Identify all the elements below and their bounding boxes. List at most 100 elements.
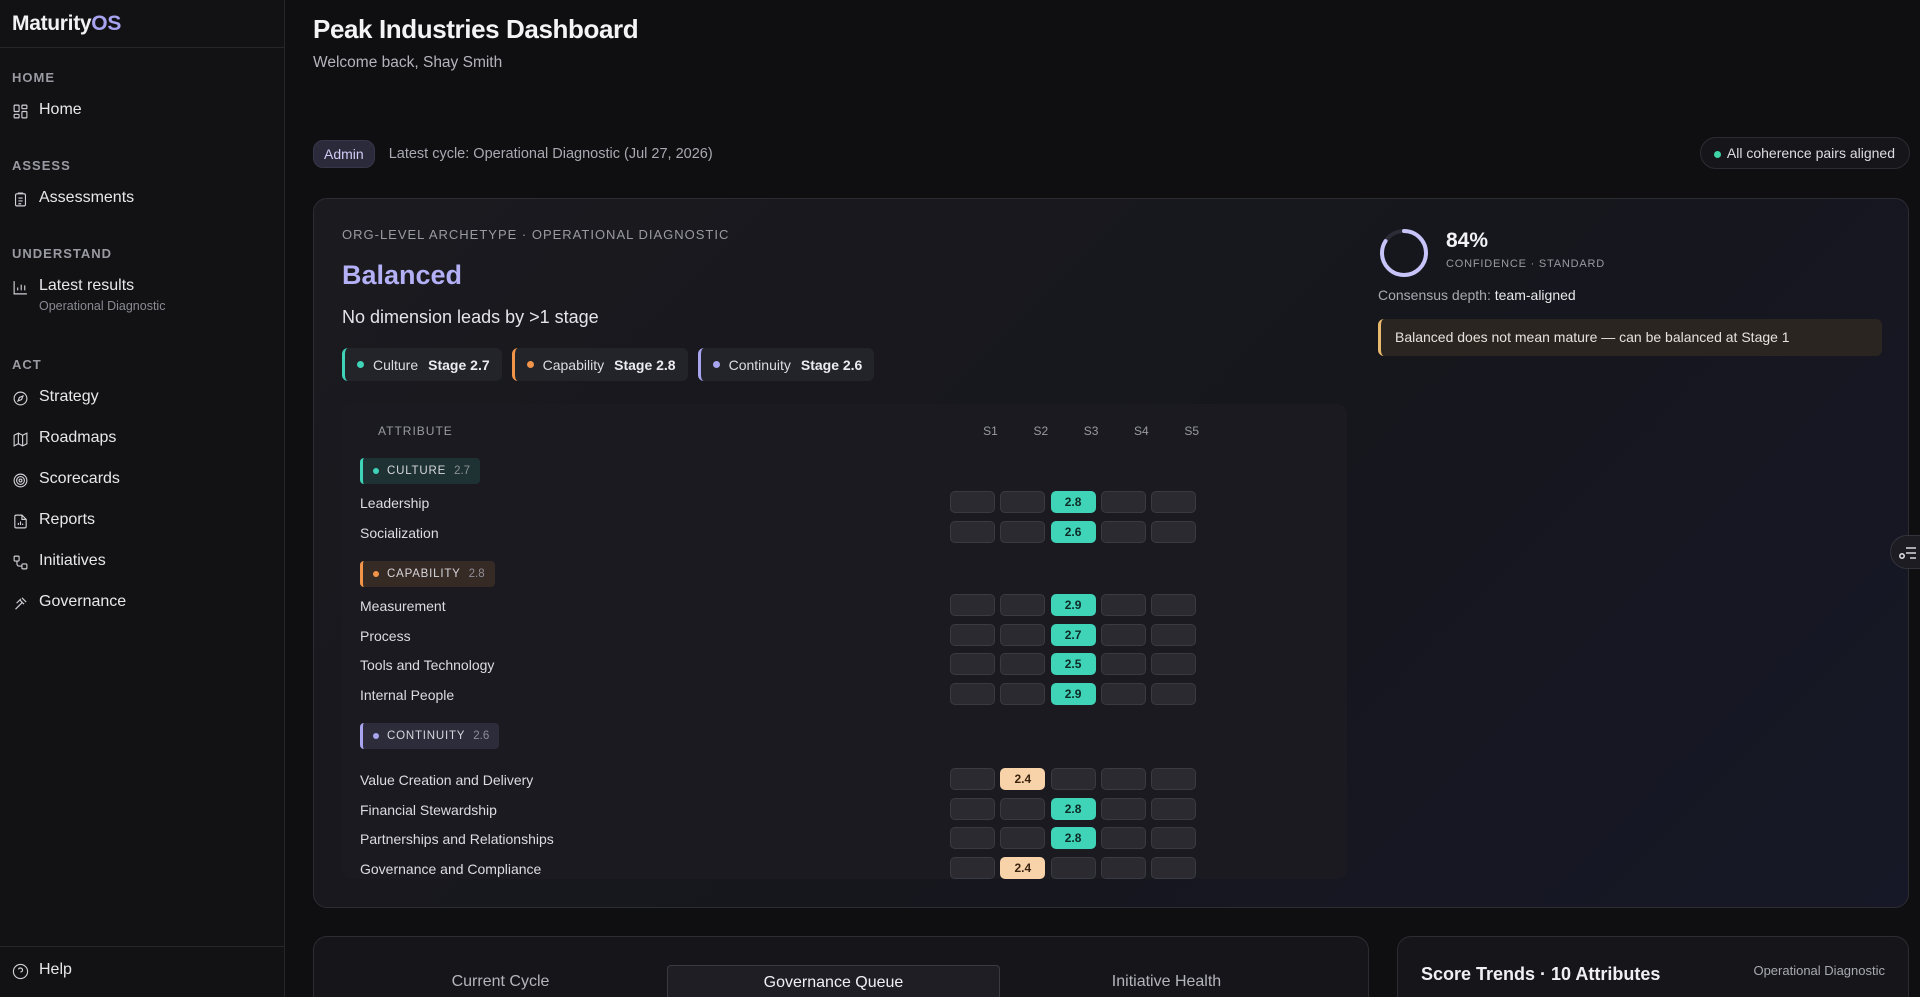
attribute-name: Process xyxy=(360,627,411,644)
stage-cell-s3[interactable] xyxy=(1050,768,1096,790)
stage-cell-s1[interactable] xyxy=(950,797,995,820)
stage-cell-s1[interactable] xyxy=(950,768,995,790)
consensus-depth: Consensus depth: team-aligned xyxy=(1378,287,1882,303)
archetype-description: No dimension leads by >1 stage xyxy=(342,307,599,327)
stage-cell-s3[interactable]: 2.6 xyxy=(1050,520,1096,543)
grid-icon xyxy=(12,103,29,120)
stage-cell-s1[interactable] xyxy=(950,491,995,513)
attribute-name: Governance and Compliance xyxy=(360,860,542,877)
sidebar-item-scorecards[interactable]: Scorecards xyxy=(12,464,272,505)
archetype-eyebrow: ORG-LEVEL ARCHETYPE · OPERATIONAL DIAGNO… xyxy=(342,227,730,242)
stage-cell-s3[interactable]: 2.8 xyxy=(1050,797,1096,820)
stage-cell-s1[interactable] xyxy=(950,594,995,616)
stage-cell-s3[interactable]: 2.9 xyxy=(1050,594,1096,616)
tab-current-cycle[interactable]: Current Cycle xyxy=(334,965,667,997)
sidebar-item-home[interactable]: Home xyxy=(12,95,272,136)
stage-cell-s4[interactable] xyxy=(1100,623,1146,646)
stage-cell-s2[interactable] xyxy=(1000,653,1046,675)
sidebar-item-text: Latest results Operational Diagnostic xyxy=(39,277,165,313)
stage-cell-s5[interactable] xyxy=(1151,797,1197,820)
stage-cell-s4[interactable] xyxy=(1100,856,1146,879)
stage-cell-s4[interactable] xyxy=(1100,594,1146,616)
stage-cell-s5[interactable] xyxy=(1151,491,1197,513)
sidebar-item-latest-results[interactable]: Latest results Operational Diagnostic xyxy=(12,271,272,335)
attribute-row: Socialization 2.6 xyxy=(360,519,1329,549)
stage-cell-s3[interactable]: 2.9 xyxy=(1050,682,1096,705)
dimension-dot xyxy=(712,361,720,368)
dimension-stage: Stage 2.7 xyxy=(428,356,490,373)
nav-heading-understand: UNDERSTAND xyxy=(12,246,113,261)
stage-cell-s2[interactable]: 2.4 xyxy=(1000,856,1046,879)
activity-panel: Current Cycle Governance Queue Initiative … xyxy=(313,936,1369,997)
help-link[interactable]: Help xyxy=(12,961,272,980)
target-icon xyxy=(12,472,29,489)
stage-cell-s5[interactable] xyxy=(1151,827,1197,849)
stage-cell-s4[interactable] xyxy=(1100,682,1146,705)
brand-logo[interactable]: MaturityOS xyxy=(0,0,284,48)
stage-cell-s2[interactable] xyxy=(1000,797,1046,820)
stage-cell-s4[interactable] xyxy=(1100,768,1146,790)
stage-cell-s5[interactable] xyxy=(1151,856,1197,879)
group-name: CONTINUITY xyxy=(387,730,466,742)
welcome-text: Welcome back, Shay Smith xyxy=(313,54,503,71)
consensus-value: team-aligned xyxy=(1494,287,1576,303)
sidebar-item-initiatives[interactable]: Initiatives xyxy=(12,546,272,587)
coherence-status-pill: All coherence pairs aligned xyxy=(1699,137,1910,169)
sidebar-item-assessments[interactable]: Assessments xyxy=(12,183,272,224)
bar-chart-icon xyxy=(12,279,29,296)
stage-cell-s1[interactable] xyxy=(950,520,995,543)
stage-cell-s5[interactable] xyxy=(1151,520,1197,543)
stage-cell-s3[interactable]: 2.7 xyxy=(1050,623,1096,646)
sidebar-item-strategy[interactable]: Strategy xyxy=(12,382,272,423)
sidebar-item-roadmaps[interactable]: Roadmaps xyxy=(12,423,272,464)
sidebar-item-label: Reports xyxy=(39,511,96,528)
sidebar-item-label: Scorecards xyxy=(39,470,120,487)
filter-drawer-toggle[interactable] xyxy=(1890,535,1920,569)
stage-cell-s1[interactable] xyxy=(950,682,995,705)
stage-cell-s2[interactable] xyxy=(1000,594,1046,616)
sidebar-item-label: Strategy xyxy=(39,388,99,405)
stage-cell-s5[interactable] xyxy=(1151,682,1197,705)
confidence-label: CONFIDENCE · STANDARD xyxy=(1446,258,1605,270)
dimension-name: Capability xyxy=(542,356,605,373)
stage-cell-s1[interactable] xyxy=(950,653,995,675)
score-trends-subtitle: Operational Diagnostic xyxy=(1753,963,1885,978)
stage-cell-s2[interactable]: 2.4 xyxy=(1000,768,1046,790)
stage-cell-s2[interactable] xyxy=(1000,682,1046,705)
stage-cell-s5[interactable] xyxy=(1151,768,1197,790)
nav-heading-act: ACT xyxy=(12,357,42,372)
stage-cell-s5[interactable] xyxy=(1151,653,1197,675)
stage-cell-s2[interactable] xyxy=(1000,491,1046,513)
sidebar-item-reports[interactable]: Reports xyxy=(12,505,272,546)
stage-cell-s1[interactable] xyxy=(950,827,995,849)
attribute-row: Measurement 2.9 xyxy=(360,592,1329,622)
attribute-name: Leadership xyxy=(360,495,430,511)
stage-cell-s2[interactable] xyxy=(1000,827,1046,849)
stage-cell-s4[interactable] xyxy=(1100,827,1146,849)
stage-header-s1: S1 xyxy=(983,424,998,438)
stage-cell-s5[interactable] xyxy=(1151,623,1197,646)
stage-cell-s3[interactable] xyxy=(1050,856,1096,879)
tab-governance-queue[interactable]: Governance Queue xyxy=(667,965,1000,997)
stage-cell-s4[interactable] xyxy=(1100,653,1146,675)
stage-cell-s4[interactable] xyxy=(1100,797,1146,820)
stage-cell-s4[interactable] xyxy=(1100,520,1146,543)
dimension-chip-capability: Capability Stage 2.8 xyxy=(511,348,688,381)
stage-cell-s1[interactable] xyxy=(950,856,995,879)
stage-cell-s2[interactable] xyxy=(1000,623,1046,646)
matrix-header: ATTRIBUTE S1 S2 S3 S4 S5 xyxy=(360,404,1329,456)
tab-initiative-health[interactable]: Initiative Health xyxy=(1000,965,1333,997)
sidebar-item-label: Latest results xyxy=(39,277,135,294)
stage-cell-s3[interactable]: 2.5 xyxy=(1050,653,1096,675)
stage-cell-s3[interactable]: 2.8 xyxy=(1050,827,1096,849)
stage-cell-s2[interactable] xyxy=(1000,520,1046,543)
stage-header-s2: S2 xyxy=(1033,424,1049,438)
stage-cell-s1[interactable] xyxy=(950,623,995,646)
stage-header-s4: S4 xyxy=(1134,424,1149,438)
stage-cell-s5[interactable] xyxy=(1151,594,1197,616)
sidebar-item-governance[interactable]: Governance xyxy=(12,587,272,628)
attribute-name: Tools and Technology xyxy=(360,657,495,673)
stage-cell-s4[interactable] xyxy=(1100,491,1146,513)
stage-cell-s3[interactable]: 2.8 xyxy=(1050,491,1096,513)
sidebar-item-label: Governance xyxy=(39,593,127,610)
